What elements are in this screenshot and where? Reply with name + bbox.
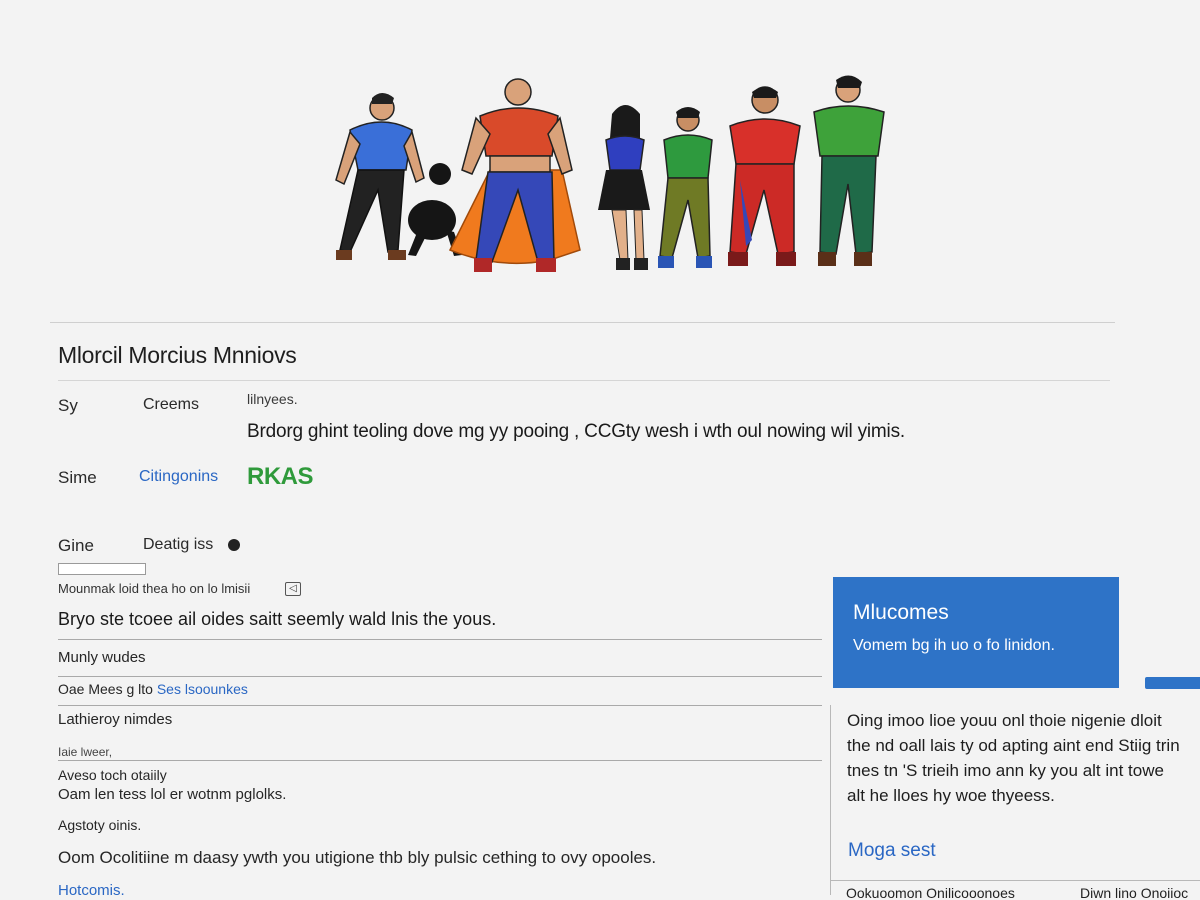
status-badge: RKAS (247, 463, 314, 490)
list-item: Munly wudes (58, 649, 146, 666)
list-item: Oom Ocolitiine m daasy ywth you utigione… (58, 848, 657, 867)
character-green-top (813, 75, 885, 266)
list-item: Agstoty oinis. (58, 817, 142, 833)
list-item-text: Oae Mees g lto (58, 681, 153, 697)
list-divider (58, 760, 822, 761)
list-inline-link[interactable]: Ses lsoounkes (157, 681, 248, 697)
list-divider (58, 676, 822, 677)
panel-link[interactable]: Moga sest (848, 840, 936, 862)
superhero-group-illustration (335, 75, 885, 272)
detail-label-3: Gine (58, 536, 94, 555)
character-blue-shirt (335, 93, 425, 260)
panel-footer-right: Diwn lino Onoiioc (1080, 885, 1189, 900)
list-divider (58, 705, 822, 706)
card-title: Mlucomes (853, 601, 949, 624)
title-divider (58, 380, 1110, 381)
back-arrow-icon[interactable]: ◁ (285, 582, 301, 596)
page-title: Mlorcil Morcius Mnniovs (58, 342, 297, 368)
character-blue-top-woman (598, 105, 650, 270)
detail-value-1: Creems (143, 396, 200, 413)
panel-text-line: tnes tn 'S trieih imo ann ky you alt int… (847, 761, 1164, 780)
list-lead-text: Bryo ste tcoee ail oides saitt seemly wa… (58, 609, 497, 629)
list-final-link[interactable]: Hotcomis. (58, 882, 125, 899)
character-green-shirt (658, 107, 713, 268)
list-item: Lathieroy nimdes (58, 711, 173, 728)
top-divider (50, 322, 1115, 323)
scroll-tab[interactable] (1145, 677, 1200, 689)
field-note: Mounmak loid thea ho on lo lmisii (58, 581, 251, 596)
panel-divider (830, 705, 831, 895)
detail-label-2: Sime (58, 468, 97, 487)
list-item: Oam len tess lol er wotnm pglolks. (58, 786, 287, 803)
panel-text-line: alt he lloes hy woe thyeess. (847, 786, 1055, 805)
detail-description: Brdorg ghint teoling dove mg yy pooing ,… (247, 421, 905, 442)
list-item: Iaie lweer, (58, 745, 113, 759)
info-card[interactable]: Mlucomes Vomem bg ih uo o fo linidon. (833, 577, 1119, 688)
panel-footer-left: Ookuoomon Onilicooonoes (846, 885, 1015, 900)
character-red-suit (728, 86, 801, 266)
card-subtitle: Vomem bg ih uo o fo linidon. (853, 637, 1055, 654)
detail-value-3: Deatig iss (143, 536, 214, 553)
list-item: Oae Mees g lto Ses lsoounkes (58, 681, 248, 697)
status-dot-icon (228, 539, 240, 551)
list-item: Aveso toch otaiily (58, 767, 167, 783)
panel-text-line: Oing imoo lioe youu onl thoie nigenie dl… (847, 711, 1162, 730)
character-red-caped (448, 78, 581, 272)
hero-illustration (300, 60, 910, 300)
detail-hint: lilnyees. (247, 391, 298, 407)
panel-footer-divider (830, 880, 1200, 881)
detail-link[interactable]: Citingonins (139, 468, 218, 486)
list-divider (58, 639, 822, 640)
text-input[interactable] (58, 563, 146, 575)
detail-label-1: Sy (58, 396, 78, 415)
panel-text-line: the nd oall lais ty od apting aint end S… (847, 736, 1180, 755)
panel-body: Oing imoo lioe youu onl thoie nigenie dl… (847, 708, 1200, 808)
